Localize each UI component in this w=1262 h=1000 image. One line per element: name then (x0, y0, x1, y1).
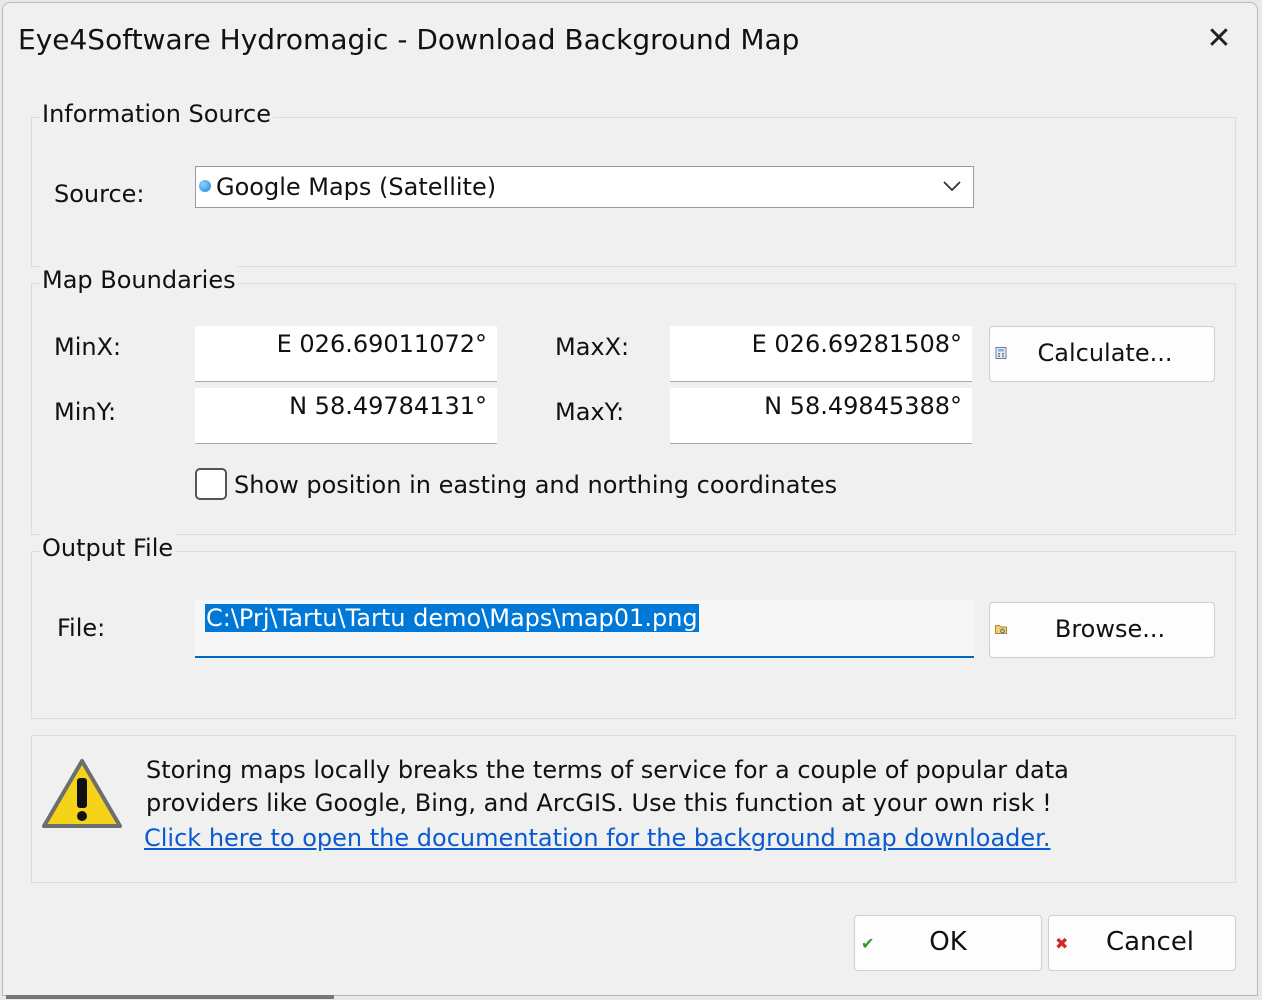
calculate-label: Calculate... (1037, 339, 1173, 367)
maxx-field[interactable]: E 026.69281508° (670, 326, 972, 382)
close-button[interactable]: ✕ (1201, 21, 1237, 57)
browse-label: Browse... (1054, 615, 1166, 643)
source-label: Source: (54, 180, 145, 208)
maxy-field[interactable]: N 58.49845388° (670, 388, 972, 444)
maxx-value: E 026.69281508° (751, 330, 962, 358)
file-path-input[interactable]: C:\Prj\Tartu\Tartu demo\Maps\map01.png (195, 600, 974, 658)
miny-value: N 58.49784131° (289, 392, 487, 420)
file-path-value: C:\Prj\Tartu\Tartu demo\Maps\map01.png (205, 604, 699, 632)
warning-panel: Storing maps locally breaks the terms of… (31, 735, 1236, 883)
file-label: File: (57, 614, 106, 642)
chevron-down-icon (943, 181, 961, 192)
map-boundaries-title: Map Boundaries (40, 266, 238, 294)
maxy-value: N 58.49845388° (764, 392, 962, 420)
easting-northing-label[interactable]: Show position in easting and northing co… (234, 471, 837, 499)
minx-label: MinX: (54, 333, 122, 361)
ok-label: OK (929, 927, 967, 957)
minx-value: E 026.69011072° (276, 330, 487, 358)
browse-button[interactable]: Browse... (989, 602, 1215, 658)
output-file-title: Output File (40, 534, 176, 562)
calculate-button[interactable]: Calculate... (989, 326, 1215, 382)
source-select-value: Google Maps (Satellite) (216, 173, 497, 201)
map-boundaries-group: Map Boundaries MinX: E 026.69011072° Max… (31, 266, 1236, 535)
documentation-link[interactable]: Click here to open the documentation for… (144, 824, 1050, 852)
cancel-label: Cancel (1105, 927, 1195, 957)
source-select[interactable]: Google Maps (Satellite) (195, 166, 974, 208)
maxy-label: MaxY: (555, 398, 625, 426)
warning-text-line-1: Storing maps locally breaks the terms of… (146, 756, 1069, 784)
warning-text-line-2: providers like Google, Bing, and ArcGIS.… (146, 789, 1052, 817)
window-title: Eye4Software Hydromagic - Download Backg… (18, 23, 800, 56)
easting-northing-checkbox[interactable] (195, 468, 227, 500)
minx-field[interactable]: E 026.69011072° (195, 326, 497, 382)
title-bar: Eye4Software Hydromagic - Download Backg… (3, 3, 1257, 75)
miny-label: MinY: (54, 398, 117, 426)
maxx-label: MaxX: (555, 333, 630, 361)
information-source-group: Information Source Source: Google Maps (… (31, 100, 1236, 267)
miny-field[interactable]: N 58.49784131° (195, 388, 497, 444)
cancel-button[interactable]: ✖ Cancel (1048, 915, 1236, 971)
background-scrollbar (6, 995, 334, 999)
globe-icon (199, 180, 211, 192)
information-source-title: Information Source (40, 100, 273, 128)
output-file-group: Output File File: C:\Prj\Tartu\Tartu dem… (31, 534, 1236, 719)
download-background-map-dialog: Eye4Software Hydromagic - Download Backg… (2, 2, 1258, 996)
ok-button[interactable]: ✔ OK (854, 915, 1042, 971)
warning-icon (42, 759, 122, 828)
